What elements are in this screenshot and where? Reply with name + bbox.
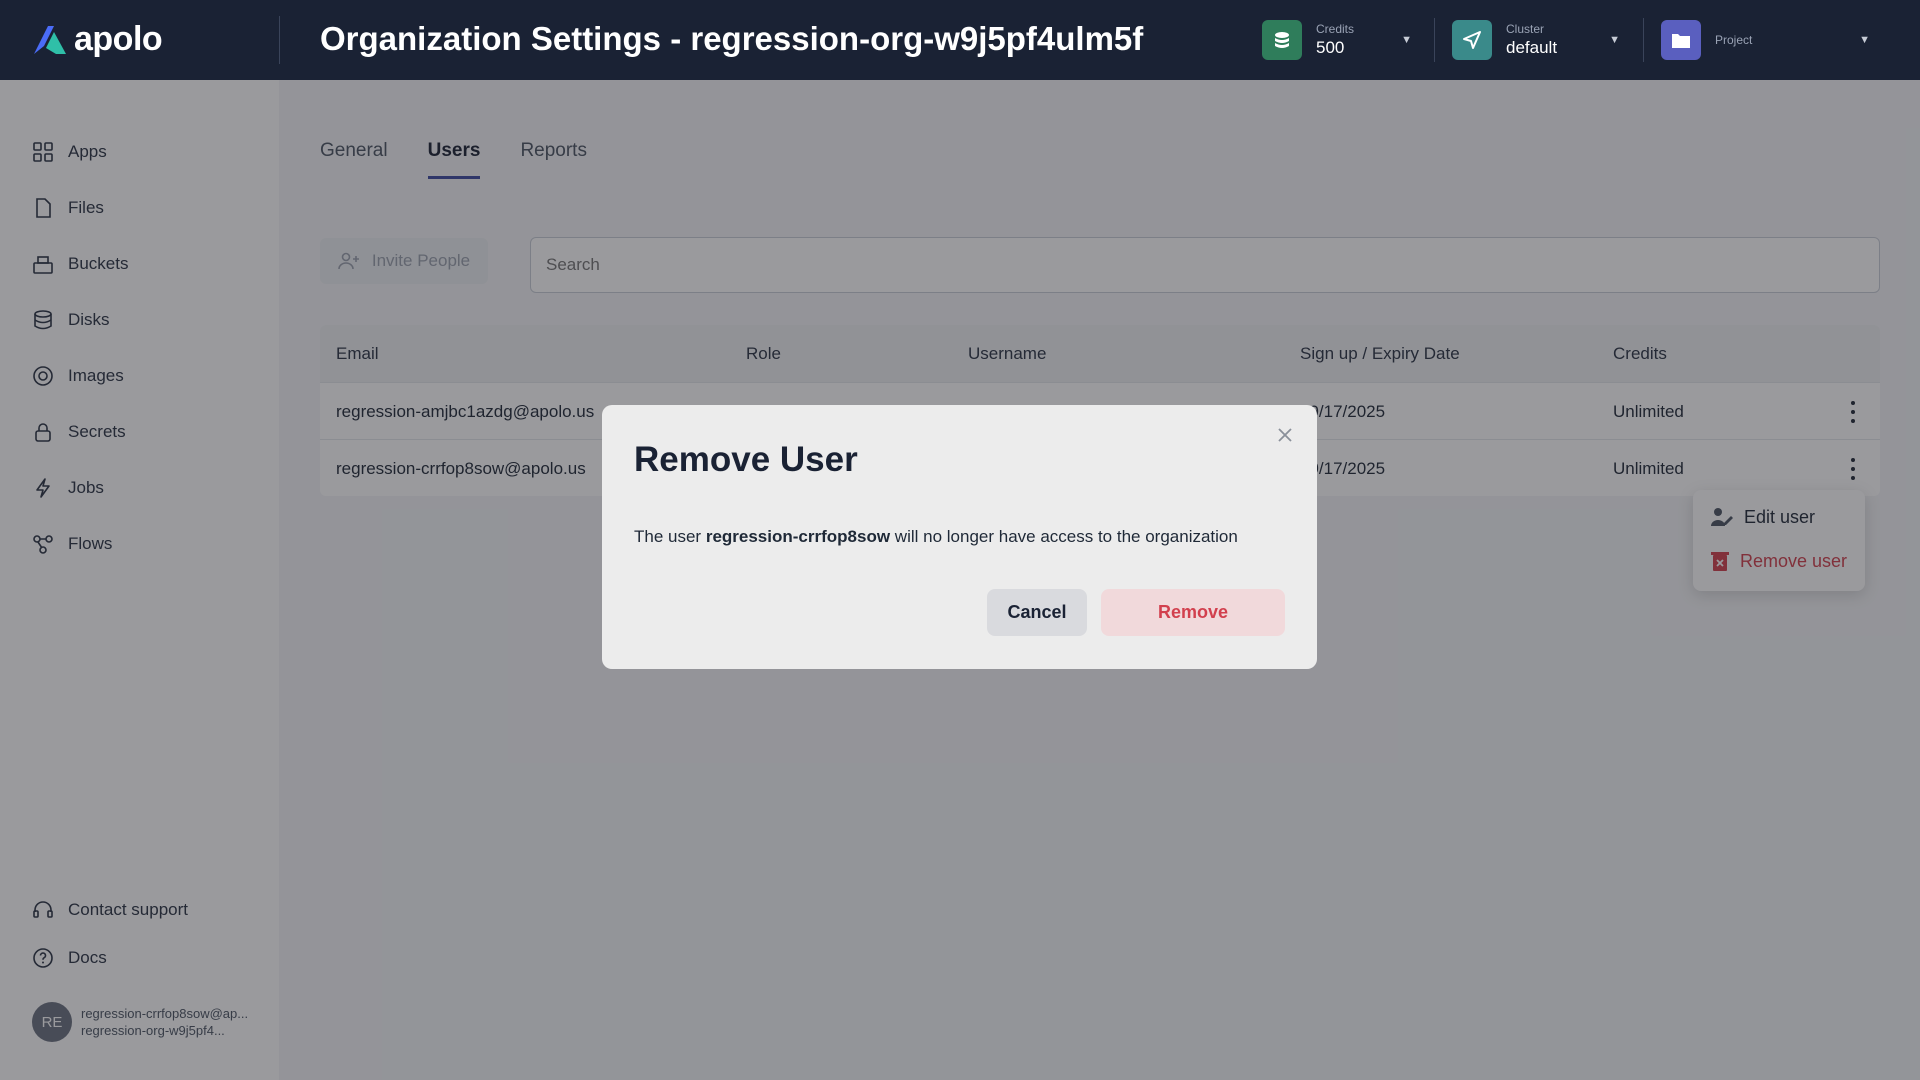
close-icon[interactable] [1275, 425, 1295, 445]
message-username: regression-crrfop8sow [705, 527, 891, 546]
topbar-backdrop [0, 0, 1920, 80]
dialog-message: The user regression-crrfop8sow will no l… [634, 527, 1238, 547]
dialog-title: Remove User [634, 440, 858, 479]
message-prefix: The user [634, 527, 702, 546]
remove-button[interactable]: Remove [1101, 589, 1285, 636]
remove-user-dialog: Remove User The user regression-crrfop8s… [602, 405, 1317, 669]
cancel-button[interactable]: Cancel [987, 589, 1087, 636]
message-suffix: will no longer have access to the organi… [894, 527, 1238, 546]
